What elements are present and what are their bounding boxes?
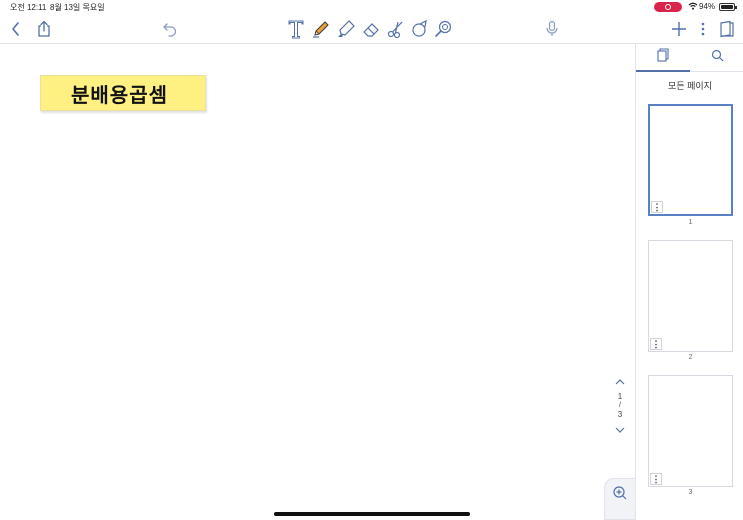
add-page-icon[interactable]: [668, 18, 690, 40]
battery-icon: [719, 3, 737, 11]
page-separator: /: [619, 402, 621, 409]
title-sticker[interactable]: 분배용곱셈: [40, 75, 206, 111]
document-outline-icon[interactable]: [716, 18, 738, 40]
screen-recording-icon: [654, 2, 682, 12]
zoom-window-button[interactable]: [604, 478, 635, 520]
page-thumbnail-2[interactable]: ⋮: [648, 240, 733, 352]
thumbnail-menu-icon[interactable]: ⋮: [651, 201, 663, 213]
page-navigator: 1 / 3: [612, 378, 628, 440]
page-thumbnail-label: 1: [688, 219, 693, 226]
current-page-number: 1: [617, 392, 623, 401]
toolbar: [0, 14, 743, 44]
battery-level: [721, 5, 734, 9]
page-icon: [657, 47, 669, 67]
shapes-tool-icon[interactable]: [409, 18, 431, 40]
share-icon[interactable]: [33, 18, 55, 40]
home-indicator[interactable]: [274, 512, 470, 516]
back-chevron-icon[interactable]: [5, 18, 27, 40]
goodnotes-screen: 오전 12:11 8월 13일 목요일 94% 분배용곱셈 1 / 3 모든 페…: [0, 0, 743, 520]
eraser-tool-icon[interactable]: [360, 18, 382, 40]
pages-tab[interactable]: [636, 44, 690, 72]
page-sidebar: 모든 페이지 ⋮ 1 ⋮ 2 ⋮ 3: [635, 44, 743, 520]
thumbnail-menu-icon[interactable]: ⋮: [650, 338, 662, 350]
sidebar-tabs: [636, 44, 743, 72]
page-up-icon[interactable]: [612, 378, 628, 392]
page-thumbnail-label: 3: [688, 489, 693, 496]
page-thumbnail-1[interactable]: ⋮: [648, 104, 733, 216]
note-canvas[interactable]: 분배용곱셈 1 / 3: [0, 44, 635, 520]
undo-icon[interactable]: [159, 18, 181, 40]
page-thumbnail-3[interactable]: ⋮: [648, 375, 733, 487]
all-pages-heading: 모든 페이지: [668, 81, 712, 91]
status-time: 오전 12:11: [10, 3, 47, 12]
more-vertical-icon[interactable]: [692, 18, 714, 40]
microphone-icon[interactable]: [541, 18, 563, 40]
title-sticker-text: 분배용곱셈: [71, 84, 168, 107]
zoom-in-icon: [612, 485, 628, 519]
search-icon: [711, 49, 724, 67]
page-thumbnail-label: 2: [688, 354, 693, 361]
battery-percent: 94%: [699, 2, 716, 11]
text-tool-icon[interactable]: [285, 18, 307, 40]
wifi-icon: [688, 2, 698, 12]
search-tab[interactable]: [690, 44, 743, 72]
thumbnail-menu-icon[interactable]: ⋮: [650, 473, 662, 485]
laser-pointer-icon[interactable]: [433, 18, 455, 40]
highlighter-tool-icon[interactable]: [335, 18, 357, 40]
pen-tool-icon[interactable]: [310, 18, 332, 40]
page-down-icon[interactable]: [612, 426, 628, 440]
total-page-number: 3: [617, 410, 623, 419]
status-date: 8월 13일 목요일: [50, 3, 105, 12]
status-bar: 오전 12:11 8월 13일 목요일 94%: [0, 0, 743, 14]
lasso-scissors-icon[interactable]: [385, 18, 407, 40]
